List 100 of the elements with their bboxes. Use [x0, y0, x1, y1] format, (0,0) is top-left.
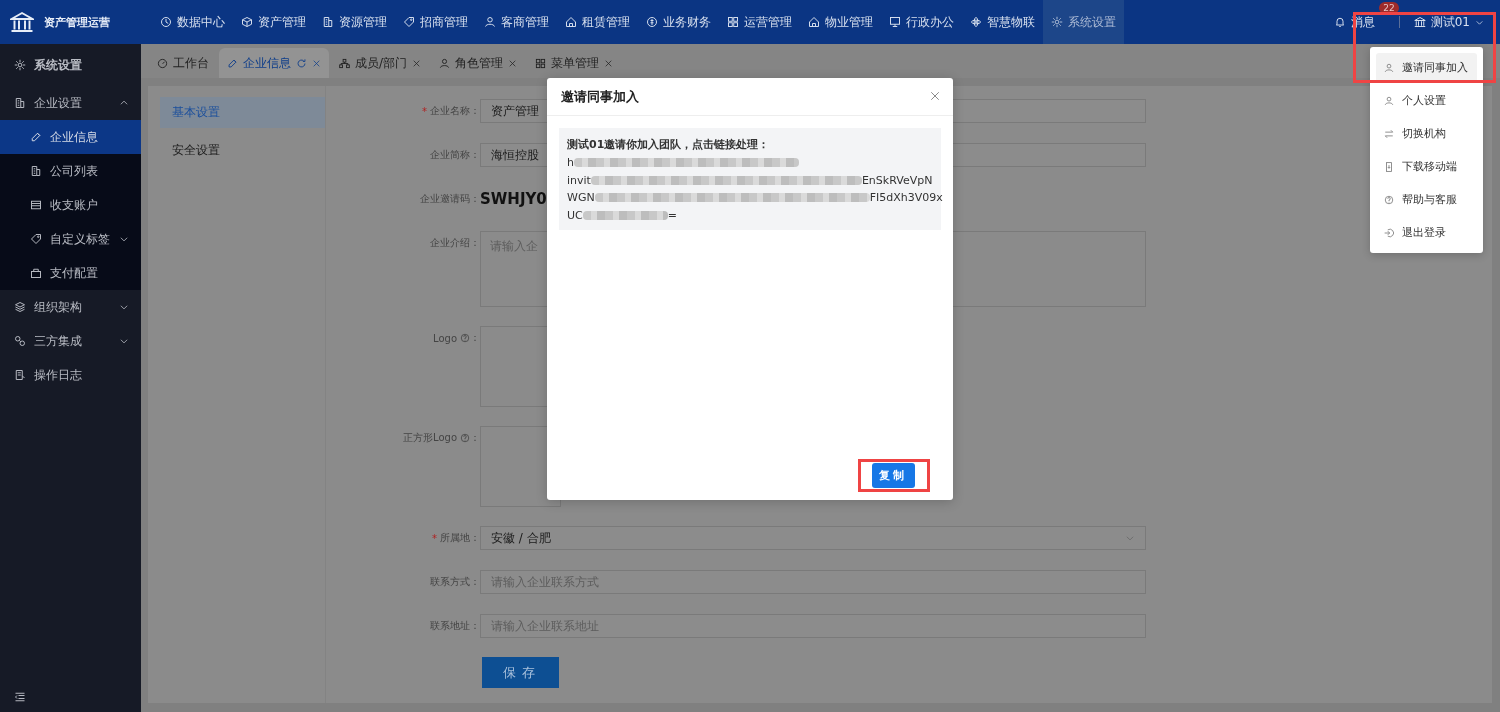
colon-mark: ： — [470, 575, 480, 589]
house-icon — [565, 16, 577, 28]
required-mark: * — [432, 532, 437, 544]
house-icon — [808, 16, 820, 28]
invite-code: SWHJY0 — [480, 189, 547, 210]
person-icon — [484, 16, 496, 28]
atom-icon — [970, 16, 982, 28]
sidebar-title: 系统设置 — [34, 56, 82, 74]
collapse-icon — [14, 691, 26, 703]
logout-icon — [1384, 227, 1394, 238]
link-text: 测试01邀请你加入团队，点击链接处理： — [567, 137, 770, 152]
grid-icon — [727, 16, 739, 28]
bell-icon — [1333, 16, 1346, 28]
link-text: = — [667, 208, 677, 222]
required-mark: * — [422, 105, 427, 117]
sidebar-item[interactable]: 收支账户 — [0, 188, 141, 222]
help-icon — [1384, 194, 1394, 205]
chevron-down-icon — [1125, 533, 1135, 543]
count-badge: 22 — [1379, 1, 1399, 14]
user-menu-button[interactable]: 测试01 — [1413, 13, 1484, 31]
person-icon — [1384, 62, 1394, 73]
link-text: FI5dXh3V09x — [869, 191, 943, 205]
tag-icon — [30, 233, 42, 245]
app-title: 资产管理运营 — [44, 14, 110, 30]
field-label: Logo — [433, 332, 457, 344]
sidebar-item[interactable]: 三方集成 — [0, 324, 141, 358]
nav-item[interactable]: 客商管理 — [476, 0, 557, 44]
person-icon — [439, 57, 451, 69]
menu-item[interactable]: 帮助与客服 — [1376, 185, 1477, 214]
colon-mark: ： — [470, 236, 480, 250]
sidebar-item[interactable]: 自定义标签 — [0, 222, 141, 256]
dialog-title: 邀请同事加入 — [561, 87, 640, 106]
nav-item[interactable]: 系统设置 — [1043, 0, 1124, 44]
tab[interactable]: 角色管理 — [431, 48, 526, 78]
coin-icon — [646, 16, 658, 28]
link-text: h — [567, 156, 574, 170]
colon-mark: ： — [470, 104, 480, 118]
nav-item[interactable]: 行政办公 — [881, 0, 962, 44]
menu-item[interactable]: 下载移动端 — [1376, 152, 1477, 181]
refresh-icon — [296, 57, 307, 69]
monitor-icon — [889, 16, 901, 28]
link-icon — [14, 335, 26, 347]
field-label: 所属地 — [440, 531, 470, 545]
nav-item[interactable]: 资源管理 — [314, 0, 395, 44]
card-icon — [30, 199, 42, 211]
grid-icon — [535, 57, 547, 69]
building-icon — [322, 16, 334, 28]
sidebar-item[interactable]: 公司列表 — [0, 154, 141, 188]
nav-item[interactable]: 招商管理 — [395, 0, 476, 44]
building-icon — [30, 165, 42, 177]
edit-icon — [227, 57, 238, 69]
menu-item[interactable]: 邀请同事加入 — [1376, 53, 1477, 82]
colon-mark: ： — [470, 531, 480, 545]
layers-icon — [14, 301, 26, 313]
link-text: invit — [567, 173, 591, 187]
clock-icon — [160, 16, 172, 28]
sidebar-item[interactable]: 支付配置 — [0, 256, 141, 290]
sidebar-item[interactable]: 企业设置 — [0, 86, 141, 120]
bank-icon — [10, 10, 34, 34]
nav-item[interactable]: 运营管理 — [719, 0, 800, 44]
gauge-icon — [157, 57, 168, 69]
nav-item[interactable]: 智慧物联 — [962, 0, 1043, 44]
nav-item[interactable]: 物业管理 — [800, 0, 881, 44]
tab[interactable]: 成员/部门 — [331, 48, 430, 78]
colon-mark: ： — [470, 619, 480, 633]
tab[interactable]: 菜单管理 — [527, 48, 622, 78]
nav-item[interactable]: 业务财务 — [638, 0, 719, 44]
settings-icon — [1051, 16, 1063, 28]
tab[interactable]: 工作台 — [149, 48, 217, 78]
swap-icon — [1384, 128, 1394, 139]
field-label: 企业邀请码 — [420, 192, 470, 206]
building-icon — [14, 97, 26, 109]
select-field[interactable]: 安徽 / 合肥 — [480, 526, 1146, 550]
link-text: UC — [567, 208, 583, 222]
save-button[interactable]: 保存 — [482, 657, 559, 688]
sidebar-item[interactable]: 操作日志 — [0, 358, 141, 392]
nav-item[interactable]: 资产管理 — [233, 0, 314, 44]
tag-icon — [403, 16, 415, 28]
settings-icon — [14, 59, 26, 71]
field-label: 企业介绍 — [430, 236, 470, 250]
person-icon — [1384, 95, 1394, 106]
link-text: EnSkRVeVpN — [861, 173, 933, 187]
colon-mark: ： — [470, 331, 480, 345]
nav-item[interactable]: 租赁管理 — [557, 0, 638, 44]
settings-menu-item[interactable]: 安全设置 — [160, 135, 325, 166]
colon-mark: ： — [470, 148, 480, 162]
sidebar-item[interactable]: 组织架构 — [0, 290, 141, 324]
field-label: 联系方式 — [430, 575, 470, 589]
link-text: WGN — [567, 191, 595, 205]
nav-item[interactable]: 数据中心 — [152, 0, 233, 44]
menu-item[interactable]: 个人设置 — [1376, 86, 1477, 115]
colon-mark: ： — [470, 192, 480, 206]
phone-icon — [1384, 161, 1394, 172]
colon-mark: ： — [470, 431, 480, 445]
copy-button[interactable]: 复制 — [872, 463, 915, 488]
sidebar-item[interactable]: 企业信息 — [0, 120, 141, 154]
close-icon[interactable] — [929, 90, 941, 102]
menu-item[interactable]: 退出登录 — [1376, 218, 1477, 247]
cube-icon — [241, 16, 253, 28]
menu-item[interactable]: 切换机构 — [1376, 119, 1477, 148]
